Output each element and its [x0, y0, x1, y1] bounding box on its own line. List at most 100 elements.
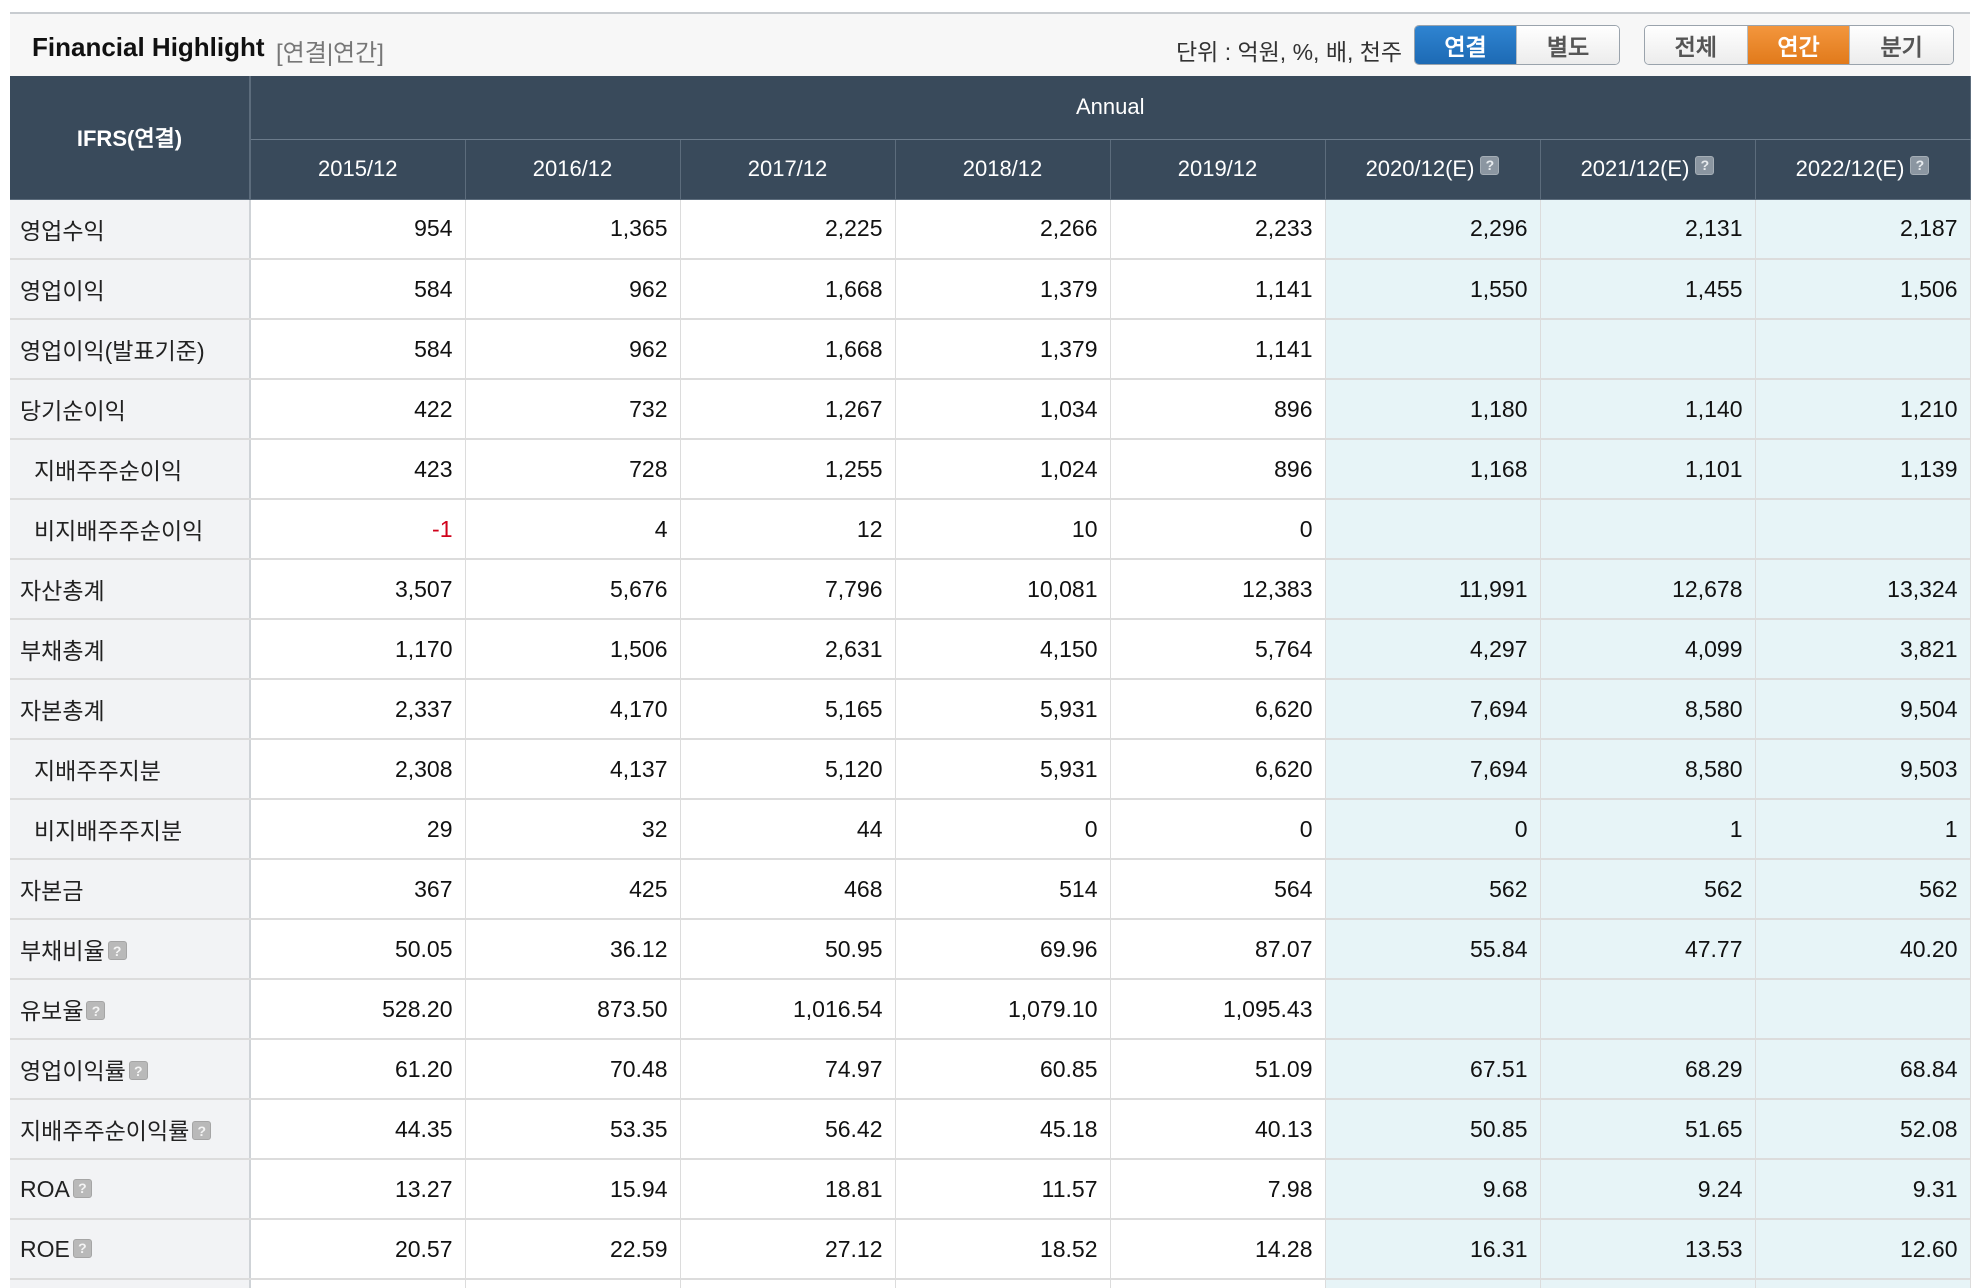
value-cell: 1,095.43: [1110, 979, 1326, 1040]
value-cell: 7,796: [680, 559, 896, 620]
value-cell: 5,931: [895, 739, 1111, 800]
value-cell: 50.85: [1325, 1099, 1541, 1160]
value-cell: 40.13: [1110, 1099, 1326, 1160]
value-cell: [1755, 979, 1971, 1040]
column-header-label: 2021/12(E): [1580, 156, 1690, 181]
value-cell: 425: [465, 859, 681, 920]
row-label-cell: 유보율?: [10, 979, 251, 1040]
value-cell: 1,668: [680, 319, 896, 380]
row-label: 자산총계: [20, 578, 105, 604]
value-cell: 69.96: [895, 919, 1111, 980]
empty-cell: [895, 1279, 1111, 1288]
row-label: 부채비율: [20, 938, 105, 964]
value-cell: 10: [895, 499, 1111, 560]
scope-toggle: 연결 별도: [1414, 25, 1620, 65]
value-cell: 2,631: [680, 619, 896, 680]
value-cell: 0: [1110, 799, 1326, 860]
value-cell: 56.42: [680, 1099, 896, 1160]
value-cell: 6,620: [1110, 679, 1326, 740]
value-cell: -1: [250, 499, 466, 560]
value-cell: 8,580: [1540, 739, 1756, 800]
value-cell: 51.09: [1110, 1039, 1326, 1100]
question-mark-icon[interactable]: ?: [72, 1178, 92, 1198]
value-cell: 12: [680, 499, 896, 560]
question-mark-icon[interactable]: ?: [1695, 155, 1715, 175]
value-cell: 1: [1755, 799, 1971, 860]
row-label-cell: 지배주주순이익: [10, 439, 251, 500]
row-label-cell: 부채총계: [10, 619, 251, 680]
column-header-label: 2022/12(E): [1795, 156, 1905, 181]
value-cell: 2,233: [1110, 199, 1326, 260]
table-row: 유보율? 528.20 873.50 1,016.54 1,079.10 1,095.43: [10, 979, 1971, 1040]
value-cell: 60.85: [895, 1039, 1111, 1100]
value-cell: 87.07: [1110, 919, 1326, 980]
row-label: 지배주주지분: [34, 758, 161, 784]
value-cell: 22.59: [465, 1219, 681, 1280]
financial-highlight-table: IFRS(연결) Annual 2015/12 2016/12 2017/12 201…: [10, 76, 1971, 1288]
value-cell: 564: [1110, 859, 1326, 920]
value-cell: 2,187: [1755, 199, 1971, 260]
question-mark-icon[interactable]: ?: [72, 1238, 92, 1258]
value-cell: 1,255: [680, 439, 896, 500]
value-cell: 2,296: [1325, 199, 1541, 260]
empty-cell: [1540, 1279, 1756, 1288]
question-mark-icon[interactable]: ?: [1910, 155, 1930, 175]
table-row: 지배주주순이익 423 728 1,255 1,024 896 1,168 1,101 1,13…: [10, 439, 1971, 500]
value-cell: 896: [1110, 439, 1326, 500]
value-cell: 584: [250, 259, 466, 320]
consolidated-button[interactable]: 연결: [1415, 26, 1517, 64]
value-cell: 954: [250, 199, 466, 260]
all-period-button[interactable]: 전체: [1645, 26, 1748, 64]
row-label-cell: 비지배주주지분: [10, 799, 251, 860]
row-label-cell: 영업이익률?: [10, 1039, 251, 1100]
value-cell: 1,168: [1325, 439, 1541, 500]
value-cell: [1755, 499, 1971, 560]
row-label: 영업이익(발표기준): [20, 338, 205, 364]
value-cell: 1,365: [465, 199, 681, 260]
question-mark-icon[interactable]: ?: [128, 1061, 148, 1081]
value-cell: 1,506: [1755, 259, 1971, 320]
value-cell: [1325, 319, 1541, 380]
value-cell: 1,668: [680, 259, 896, 320]
question-mark-icon[interactable]: ?: [86, 1001, 106, 1021]
financial-highlight-header: Financial Highlight [연결|연간] 단위 : 억원, %, …: [10, 12, 1970, 76]
value-cell: 1,016.54: [680, 979, 896, 1040]
value-cell: 4,297: [1325, 619, 1541, 680]
value-cell: 12.60: [1755, 1219, 1971, 1280]
value-cell: 2,131: [1540, 199, 1756, 260]
value-cell: 962: [465, 259, 681, 320]
value-cell: 514: [895, 859, 1111, 920]
financial-highlight-table-container: IFRS(연결) Annual 2015/12 2016/12 2017/12 201…: [10, 76, 1971, 1288]
value-cell: 40.20: [1755, 919, 1971, 980]
row-label: 비지배주주지분: [34, 818, 183, 844]
row-label-cell: 부채비율?: [10, 919, 251, 980]
value-cell: 9,503: [1755, 739, 1971, 800]
column-header-label: 2015/12: [317, 156, 398, 181]
question-mark-icon[interactable]: ?: [192, 1121, 212, 1141]
value-cell: 562: [1755, 859, 1971, 920]
value-cell: 14.28: [1110, 1219, 1326, 1280]
table-body: 영업수익 954 1,365 2,225 2,266 2,233 2,296 2,131 2,1…: [10, 199, 1971, 1288]
row-label-cell: 영업이익: [10, 259, 251, 320]
value-cell: 1,170: [250, 619, 466, 680]
period-toggle: 전체 연간 분기: [1644, 25, 1954, 65]
column-header-5: 2020/12(E)?: [1325, 139, 1541, 200]
empty-cell: [1110, 1279, 1326, 1288]
value-cell: 16.31: [1325, 1219, 1541, 1280]
annual-group-header: Annual: [250, 76, 1971, 140]
value-cell: 0: [895, 799, 1111, 860]
annual-button[interactable]: 연간: [1747, 26, 1851, 64]
table-row: 지배주주순이익률? 44.35 53.35 56.42 45.18 40.13 50.85 5…: [10, 1099, 1971, 1160]
column-header-3: 2018/12: [895, 139, 1111, 200]
value-cell: 367: [250, 859, 466, 920]
separate-button[interactable]: 별도: [1517, 26, 1619, 64]
question-mark-icon[interactable]: ?: [107, 941, 127, 961]
value-cell: 51.65: [1540, 1099, 1756, 1160]
table-row-partial: [10, 1279, 1971, 1288]
row-label-cell: ROA?: [10, 1159, 251, 1220]
value-cell: 70.48: [465, 1039, 681, 1100]
quarter-button[interactable]: 분기: [1850, 26, 1953, 64]
value-cell: 18.81: [680, 1159, 896, 1220]
value-cell: [1540, 319, 1756, 380]
question-mark-icon[interactable]: ?: [1480, 155, 1500, 175]
